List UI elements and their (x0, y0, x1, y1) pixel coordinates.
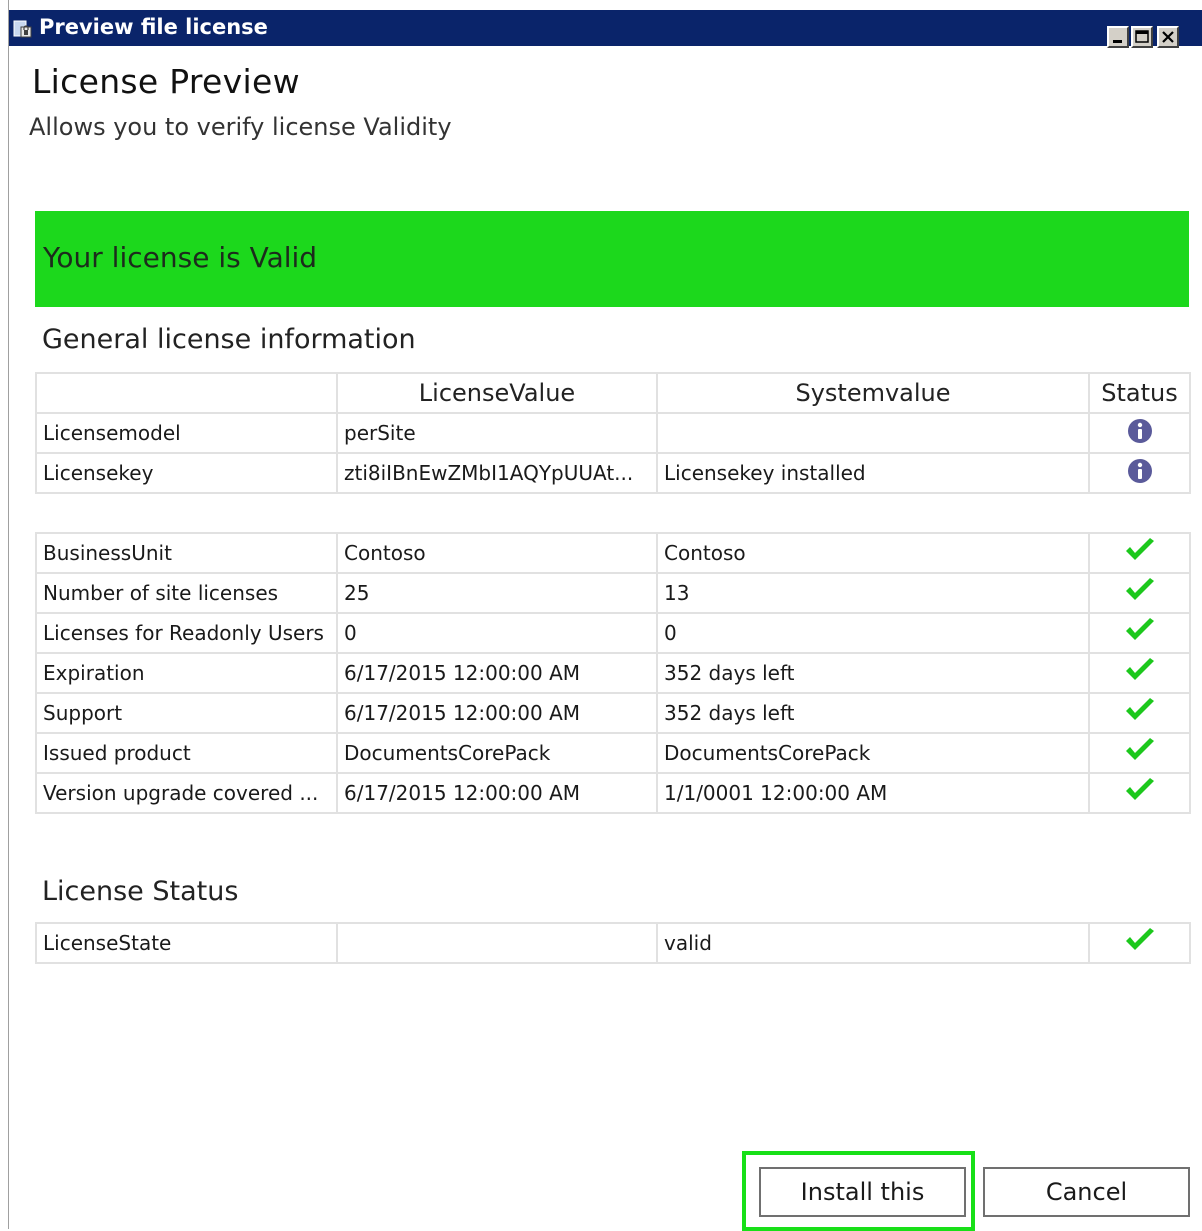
page-title: License Preview (32, 62, 300, 101)
row-license-value: zti8iIBnEwZMbI1AQYpUUAt... (336, 452, 658, 494)
row-status (1088, 452, 1191, 494)
row-name: Number of site licenses (35, 572, 338, 614)
row-status (1088, 612, 1191, 654)
row-name: Licensekey (35, 452, 338, 494)
table-row: Number of site licenses 25 13 (35, 572, 1191, 614)
close-icon (1162, 31, 1174, 43)
row-name: Licensemodel (35, 412, 338, 454)
table-row: Licenses for Readonly Users 0 0 (35, 612, 1191, 654)
cancel-button[interactable]: Cancel (983, 1167, 1190, 1217)
row-license-value: 6/17/2015 12:00:00 AM (336, 652, 658, 694)
validity-banner: Your license is Valid (35, 211, 1189, 307)
row-status (1088, 772, 1191, 814)
license-status-table: LicenseState valid (35, 922, 1191, 964)
checkmark-icon (1125, 737, 1154, 760)
row-name: BusinessUnit (35, 532, 338, 574)
row-system-value: 0 (656, 612, 1090, 654)
column-header-status: Status (1088, 372, 1191, 414)
row-license-value: DocumentsCorePack (336, 732, 658, 774)
license-file-icon (13, 20, 32, 38)
table-row: Issued product DocumentsCorePack Documents… (35, 732, 1191, 774)
row-name: Support (35, 692, 338, 734)
maximize-icon (1135, 30, 1149, 43)
table-row: LicenseState valid (35, 922, 1191, 964)
row-license-value: 25 (336, 572, 658, 614)
preview-license-window: Preview file license License Preview All… (8, 0, 1202, 1231)
table-row: Version upgrade covered ... 6/17/2015 12:… (35, 772, 1191, 814)
row-system-value: Licensekey installed (656, 452, 1090, 494)
row-license-value: perSite (336, 412, 658, 454)
row-license-value: Contoso (336, 532, 658, 574)
checkmark-icon (1125, 927, 1154, 950)
license-checks-table: BusinessUnit Contoso Contoso Number of site… (35, 532, 1191, 814)
info-icon[interactable] (1127, 458, 1153, 484)
close-button[interactable] (1157, 26, 1179, 48)
row-system-value: 13 (656, 572, 1090, 614)
row-status (1088, 652, 1191, 694)
checkmark-icon (1125, 777, 1154, 800)
row-status (1088, 732, 1191, 774)
row-status (1088, 922, 1191, 964)
row-license-value: 0 (336, 612, 658, 654)
row-status (1088, 412, 1191, 454)
column-header-licensevalue: LicenseValue (336, 372, 658, 414)
install-button[interactable]: Install this (759, 1167, 966, 1217)
table-header-row: LicenseValue Systemvalue Status (35, 372, 1191, 414)
checkmark-icon (1125, 577, 1154, 600)
row-license-value: 6/17/2015 12:00:00 AM (336, 692, 658, 734)
row-name: Expiration (35, 652, 338, 694)
table-row: Licensemodel perSite (35, 412, 1191, 454)
minimize-icon (1113, 40, 1122, 43)
row-name: LicenseState (35, 922, 338, 964)
row-status (1088, 572, 1191, 614)
checkmark-icon (1125, 617, 1154, 640)
row-license-value: 6/17/2015 12:00:00 AM (336, 772, 658, 814)
maximize-button[interactable] (1131, 26, 1153, 48)
general-section-title: General license information (42, 324, 416, 355)
row-system-value: 352 days left (656, 692, 1090, 734)
row-license-value (336, 922, 658, 964)
validity-banner-text: Your license is Valid (43, 241, 318, 274)
checkmark-icon (1125, 697, 1154, 720)
row-status (1088, 692, 1191, 734)
general-info-table: LicenseValue Systemvalue Status Licensem… (35, 372, 1191, 494)
row-system-value: valid (656, 922, 1090, 964)
column-header (35, 372, 338, 414)
checkmark-icon (1125, 657, 1154, 680)
license-status-title: License Status (42, 876, 239, 907)
page-subtitle: Allows you to verify license Validity (29, 113, 452, 141)
row-system-value: 1/1/0001 12:00:00 AM (656, 772, 1090, 814)
row-system-value (656, 412, 1090, 454)
row-system-value: 352 days left (656, 652, 1090, 694)
row-system-value: Contoso (656, 532, 1090, 574)
table-row: BusinessUnit Contoso Contoso (35, 532, 1191, 574)
row-name: Licenses for Readonly Users (35, 612, 338, 654)
table-row: Expiration 6/17/2015 12:00:00 AM 352 days … (35, 652, 1191, 694)
info-icon[interactable] (1127, 418, 1153, 444)
row-status (1088, 532, 1191, 574)
minimize-button[interactable] (1107, 26, 1129, 48)
row-system-value: DocumentsCorePack (656, 732, 1090, 774)
row-name: Version upgrade covered ... (35, 772, 338, 814)
table-row: Licensekey zti8iIBnEwZMbI1AQYpUUAt... Li… (35, 452, 1191, 494)
table-row: Support 6/17/2015 12:00:00 AM 352 days lef… (35, 692, 1191, 734)
column-header-systemvalue: Systemvalue (656, 372, 1090, 414)
row-name: Issued product (35, 732, 338, 774)
window-title: Preview file license (39, 15, 268, 39)
title-bar[interactable]: Preview file license (9, 10, 1202, 48)
checkmark-icon (1125, 537, 1154, 560)
